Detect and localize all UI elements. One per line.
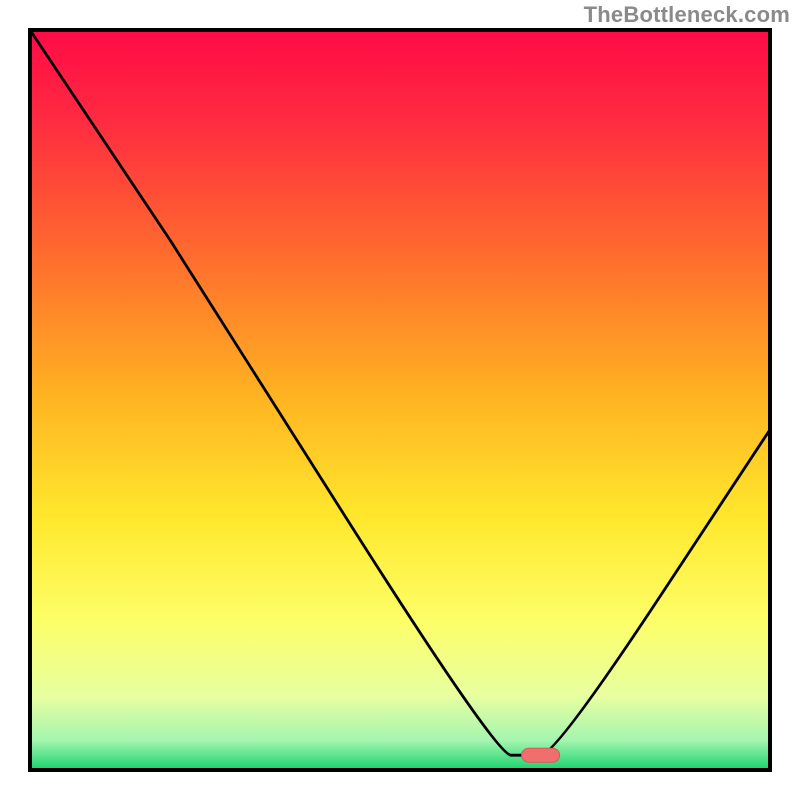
current-config-marker (522, 748, 560, 762)
plot-background (30, 30, 770, 770)
bottleneck-chart (0, 0, 800, 800)
watermark-text: TheBottleneck.com (584, 2, 790, 28)
chart-frame: TheBottleneck.com (0, 0, 800, 800)
